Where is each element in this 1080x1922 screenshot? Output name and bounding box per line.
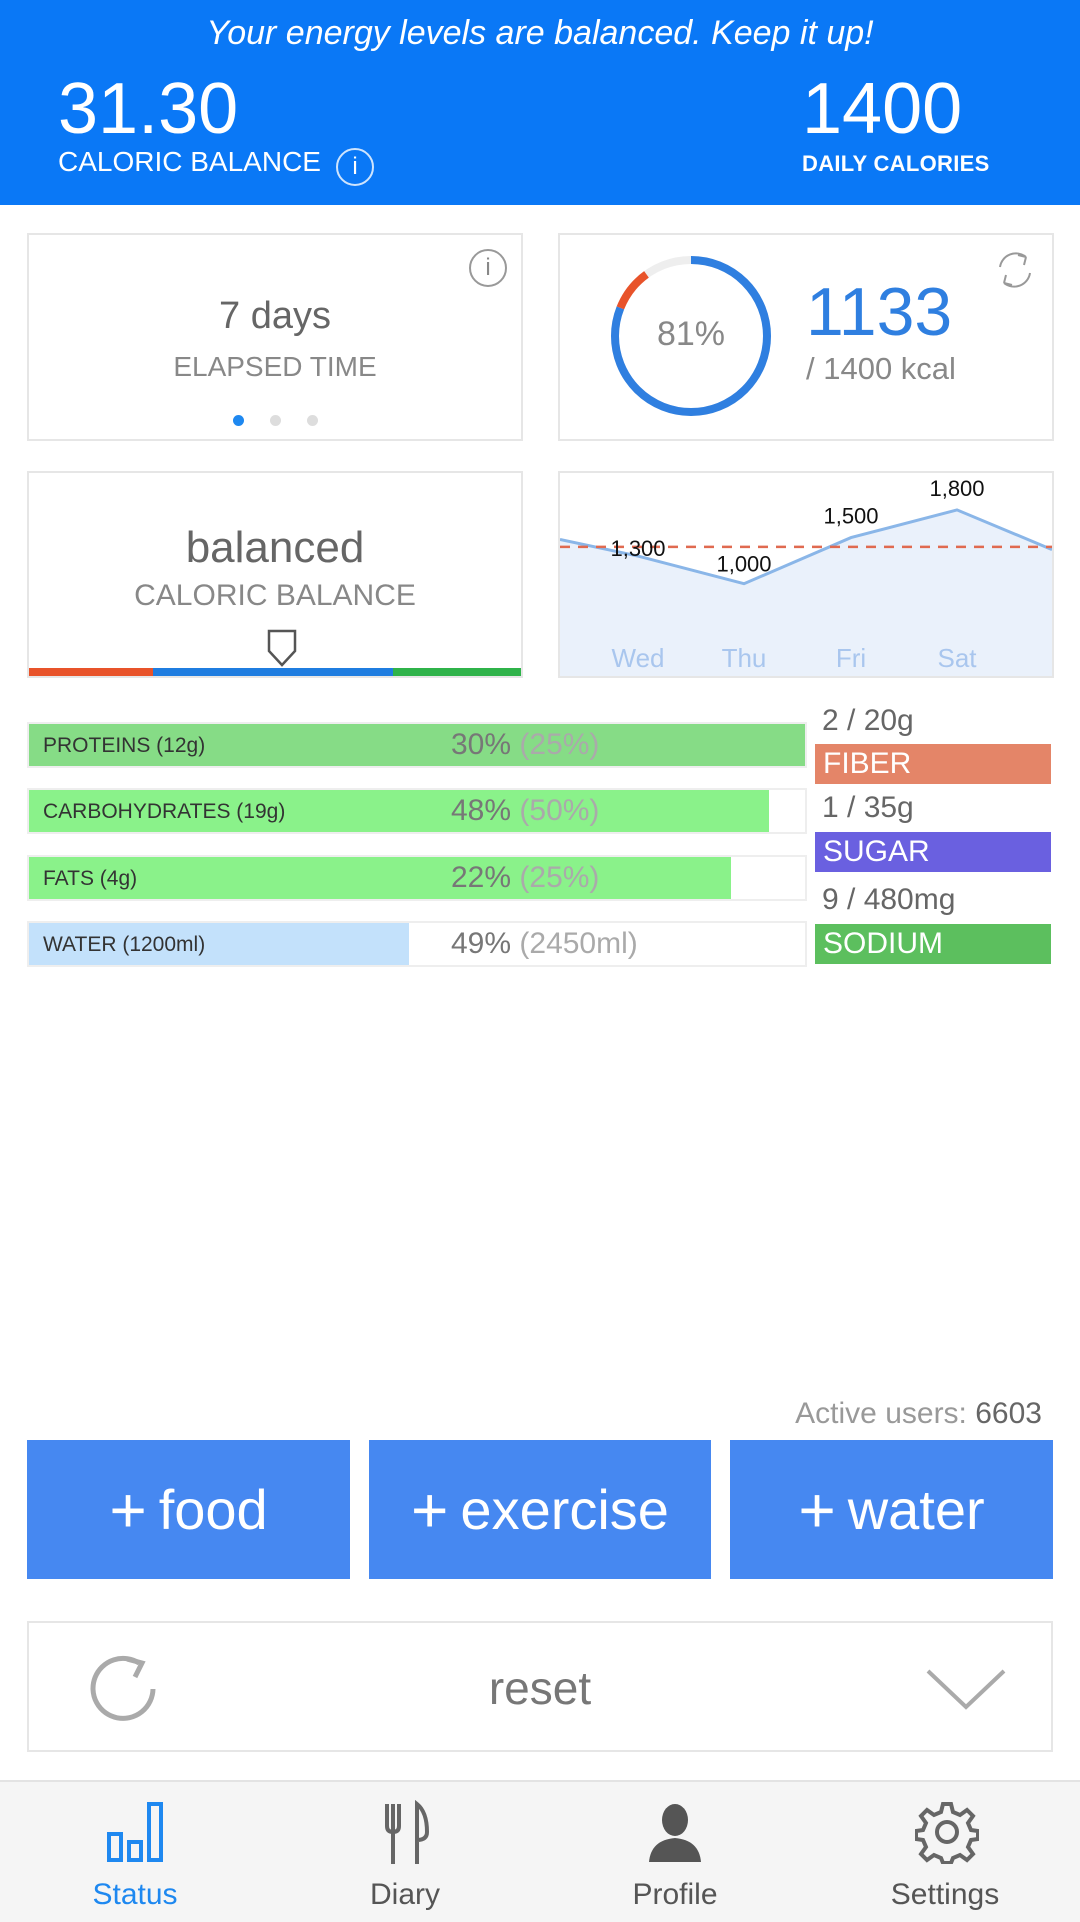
active-users: Active users: 6603 — [795, 1397, 1042, 1431]
balance-status-value: balanced — [185, 523, 365, 572]
active-users-label: Active users: — [795, 1397, 967, 1430]
macro-percent: 22% — [451, 861, 512, 894]
add-exercise-label: exercise — [460, 1478, 669, 1541]
tab-profile-label: Profile — [632, 1878, 718, 1911]
nutrient-tag-sugar: SUGAR — [815, 832, 1051, 872]
macro-bar-percent: 22% (25%) — [451, 857, 791, 899]
add-water-label: water — [847, 1478, 985, 1541]
add-food-button[interactable]: + food — [27, 1440, 350, 1579]
macro-goal: (25%) — [519, 861, 600, 894]
tab-diary-label: Diary — [369, 1878, 440, 1911]
chart-data-label: 1,000 — [716, 552, 771, 577]
tab-status[interactable]: Status — [0, 1782, 270, 1922]
balance-scale-low — [29, 668, 153, 676]
plus-icon: + — [798, 1473, 836, 1546]
chart-x-tick-label: Sat — [937, 643, 977, 673]
tab-profile[interactable]: Profile — [540, 1782, 810, 1922]
weekly-calories-chart-card[interactable]: 1,300 Wed 1,000 Thu 1,500 Fri 1,800 Sat — [558, 471, 1054, 678]
person-icon — [649, 1804, 701, 1862]
chart-data-label: 1,300 — [610, 536, 665, 561]
elapsed-time-value: 7 days — [219, 295, 331, 337]
chart-x-tick-label: Thu — [722, 643, 767, 673]
tab-settings-label: Settings — [890, 1878, 1000, 1911]
macro-bar-percent: 49% (2450ml) — [451, 923, 791, 965]
macro-bar: PROTEINS (12g) 30% (25%) — [27, 722, 807, 768]
macro-bar: FATS (4g) 22% (25%) — [27, 855, 807, 901]
calories-consumed: 1133 — [806, 274, 953, 350]
caloric-balance-value: 31.30 — [58, 69, 239, 149]
status-header: Your energy levels are balanced. Keep it… — [0, 0, 1080, 205]
tab-diary[interactable]: Diary — [270, 1782, 540, 1922]
balance-status-label: CALORIC BALANCE — [134, 579, 416, 612]
caloric-balance-card: balanced CALORIC BALANCE — [27, 471, 523, 678]
chart-x-tick-label: Fri — [836, 643, 866, 673]
macro-percent: 49% — [451, 927, 512, 960]
pager-dot-2[interactable] — [270, 415, 281, 426]
add-food-label: food — [158, 1478, 268, 1541]
balance-marker-icon — [267, 629, 297, 667]
macro-bar-label: PROTEINS (12g) — [43, 734, 206, 757]
macro-goal: (25%) — [519, 728, 600, 761]
nutrient-value: 2 / 20g — [822, 704, 914, 737]
plus-icon: + — [411, 1473, 449, 1546]
weekly-calories-chart: 1,300 Wed 1,000 Thu 1,500 Fri 1,800 Sat — [560, 476, 1052, 676]
gear-icon — [915, 1802, 979, 1864]
plus-icon: + — [109, 1473, 147, 1546]
nutrient-tag-sodium: SODIUM — [815, 924, 1051, 964]
progress-percent: 81% — [656, 315, 726, 353]
macro-bar-percent: 30% (25%) — [451, 724, 791, 766]
macro-bar: CARBOHYDRATES (19g) 48% (50%) — [27, 788, 807, 834]
nutrient-value: 9 / 480mg — [822, 883, 956, 916]
add-exercise-button[interactable]: + exercise — [369, 1440, 711, 1579]
elapsed-time-label: ELAPSED TIME — [173, 351, 377, 382]
macro-goal: (50%) — [519, 794, 600, 827]
macro-percent: 30% — [451, 728, 512, 761]
daily-calories-value: 1400 — [802, 69, 963, 149]
macro-percent: 48% — [451, 794, 512, 827]
elapsed-time-card[interactable]: i 7 days ELAPSED TIME — [27, 233, 523, 441]
calorie-progress-card: 81% 1133 / 1400 kcal — [558, 233, 1054, 441]
macro-goal: (2450ml) — [519, 927, 638, 960]
chart-data-label: 1,800 — [929, 476, 984, 501]
add-water-button[interactable]: + water — [730, 1440, 1053, 1579]
reset-button[interactable]: reset — [27, 1621, 1053, 1752]
balance-scale-mid — [153, 668, 393, 676]
bottom-tab-bar: Status Diary Profile Settings — [0, 1780, 1080, 1922]
fork-knife-icon — [385, 1800, 430, 1864]
macro-bar-label: CARBOHYDRATES (19g) — [43, 800, 286, 823]
bar-chart-icon — [107, 1802, 163, 1862]
calories-target: / 1400 kcal — [806, 351, 956, 386]
pager-dot-1[interactable] — [233, 415, 244, 426]
nutrient-value: 1 / 35g — [822, 791, 914, 824]
chart-data-label: 1,500 — [823, 504, 878, 529]
pager-dot-3[interactable] — [307, 415, 318, 426]
balance-scale-high — [393, 668, 521, 676]
refresh-icon[interactable] — [990, 245, 1040, 295]
info-icon[interactable]: i — [469, 249, 507, 287]
info-icon[interactable]: i — [336, 148, 374, 186]
active-users-count: 6603 — [975, 1397, 1042, 1430]
reset-label: reset — [488, 1662, 592, 1714]
macro-bar-percent: 48% (50%) — [451, 790, 791, 832]
chevron-down-icon[interactable] — [925, 1667, 1007, 1713]
tab-settings[interactable]: Settings — [810, 1782, 1080, 1922]
daily-calories-label: DAILY CALORIES — [802, 151, 990, 176]
macro-bar-label: FATS (4g) — [43, 867, 138, 890]
macro-bar-label: WATER (1200ml) — [43, 933, 206, 956]
nutrient-tag-fiber: FIBER — [815, 744, 1051, 784]
chart-x-tick-label: Wed — [612, 643, 665, 673]
tab-status-label: Status — [92, 1878, 178, 1911]
energy-message: Your energy levels are balanced. Keep it… — [206, 14, 874, 52]
caloric-balance-label: CALORIC BALANCE — [58, 146, 321, 177]
macro-bar: WATER (1200ml) 49% (2450ml) — [27, 921, 807, 967]
